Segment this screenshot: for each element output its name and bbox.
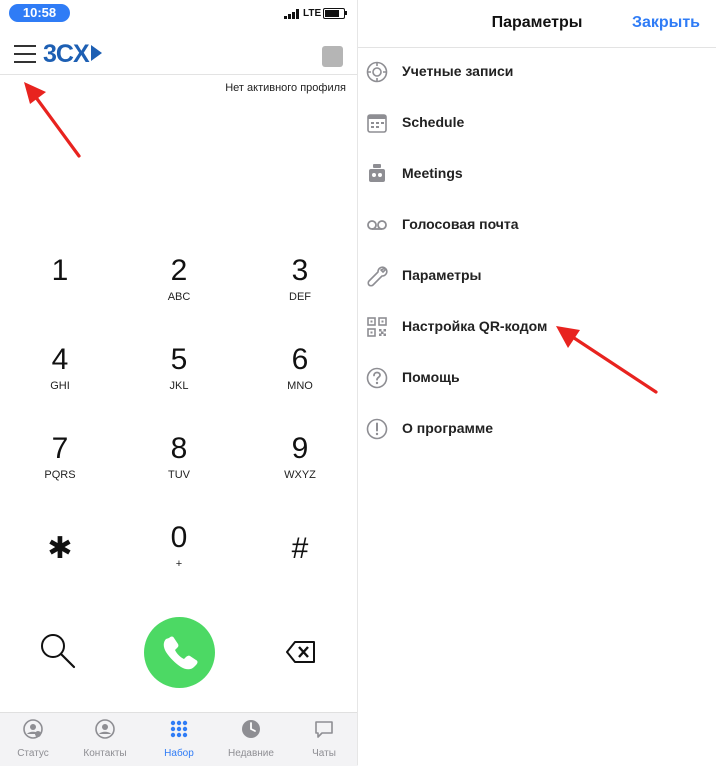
- tab-bar: Статус Контакты Набор Недавние Чаты: [0, 712, 358, 766]
- dial-key-1[interactable]: 1: [0, 255, 120, 304]
- menu-button[interactable]: [14, 45, 36, 65]
- settings-header-divider: [358, 47, 716, 48]
- dial-key-5[interactable]: 5 JKL: [119, 344, 239, 393]
- network-label: LTE: [303, 8, 322, 19]
- accounts-icon: [366, 61, 388, 83]
- settings-screen: Параметры Закрыть Учетные записи Schedul…: [358, 0, 716, 765]
- signal-icon: [284, 9, 299, 19]
- info-icon: [366, 418, 388, 440]
- avatar[interactable]: [322, 46, 343, 67]
- dial-key-9[interactable]: 9 WXYZ: [240, 433, 360, 482]
- calendar-icon: [367, 114, 387, 133]
- backspace-icon[interactable]: [286, 641, 316, 663]
- dial-key-hash[interactable]: #: [240, 533, 360, 582]
- brand-logo: 3CX: [43, 40, 102, 69]
- battery-tip: [345, 11, 347, 15]
- annotation-arrow-menu: [24, 82, 81, 158]
- dialer-screen: 10:58 LTE 3CX Нет активного профиля 1 2A…: [0, 0, 360, 766]
- menu-item-accounts[interactable]: Учетные записи: [358, 54, 716, 90]
- menu-item-qr-setup[interactable]: Настройка QR-кодом: [358, 309, 716, 345]
- phone-icon: [163, 636, 198, 670]
- annotation-arrow-qr: [556, 326, 658, 394]
- dial-key-2[interactable]: 2 ABC: [119, 255, 239, 304]
- search-icon[interactable]: [38, 631, 78, 671]
- status-time: 10:58: [9, 4, 70, 22]
- dialpad-icon: [170, 720, 188, 738]
- qr-code-icon: [367, 317, 387, 337]
- call-button[interactable]: [144, 617, 215, 688]
- dial-key-star[interactable]: ✱: [0, 533, 120, 582]
- menu-item-parameters[interactable]: Параметры: [358, 258, 716, 294]
- dial-key-8[interactable]: 8 TUV: [119, 433, 239, 482]
- wrench-icon: [367, 266, 388, 287]
- menu-item-voicemail[interactable]: Голосовая почта: [358, 207, 716, 243]
- dial-key-4[interactable]: 4 GHI: [0, 344, 120, 393]
- chat-icon: [315, 721, 333, 738]
- profile-status: Нет активного профиля: [225, 82, 346, 94]
- menu-item-help[interactable]: Помощь: [358, 360, 716, 396]
- dial-key-7[interactable]: 7 PQRS: [0, 433, 120, 482]
- contacts-icon: [95, 719, 115, 739]
- tab-dialpad[interactable]: Набор: [143, 713, 215, 766]
- menu-item-meetings[interactable]: Meetings: [358, 156, 716, 192]
- menu-item-about[interactable]: О программе: [358, 411, 716, 447]
- tab-recents[interactable]: Недавние: [215, 713, 287, 766]
- help-icon: [366, 367, 388, 389]
- meetings-icon: [369, 164, 385, 182]
- close-button[interactable]: Закрыть: [632, 14, 700, 32]
- clock-icon: [242, 720, 260, 738]
- dial-key-0[interactable]: 0 +: [119, 522, 239, 571]
- tab-status[interactable]: Статус: [0, 713, 69, 766]
- tab-chats[interactable]: Чаты: [288, 713, 360, 766]
- dial-key-6[interactable]: 6 MNO: [240, 344, 360, 393]
- status-icon: [23, 719, 43, 739]
- tab-contacts[interactable]: Контакты: [69, 713, 141, 766]
- battery-icon: [323, 8, 345, 19]
- dial-key-3[interactable]: 3 DEF: [240, 255, 360, 304]
- menu-item-schedule[interactable]: Schedule: [358, 105, 716, 141]
- header-divider: [0, 74, 358, 75]
- voicemail-icon: [367, 220, 387, 230]
